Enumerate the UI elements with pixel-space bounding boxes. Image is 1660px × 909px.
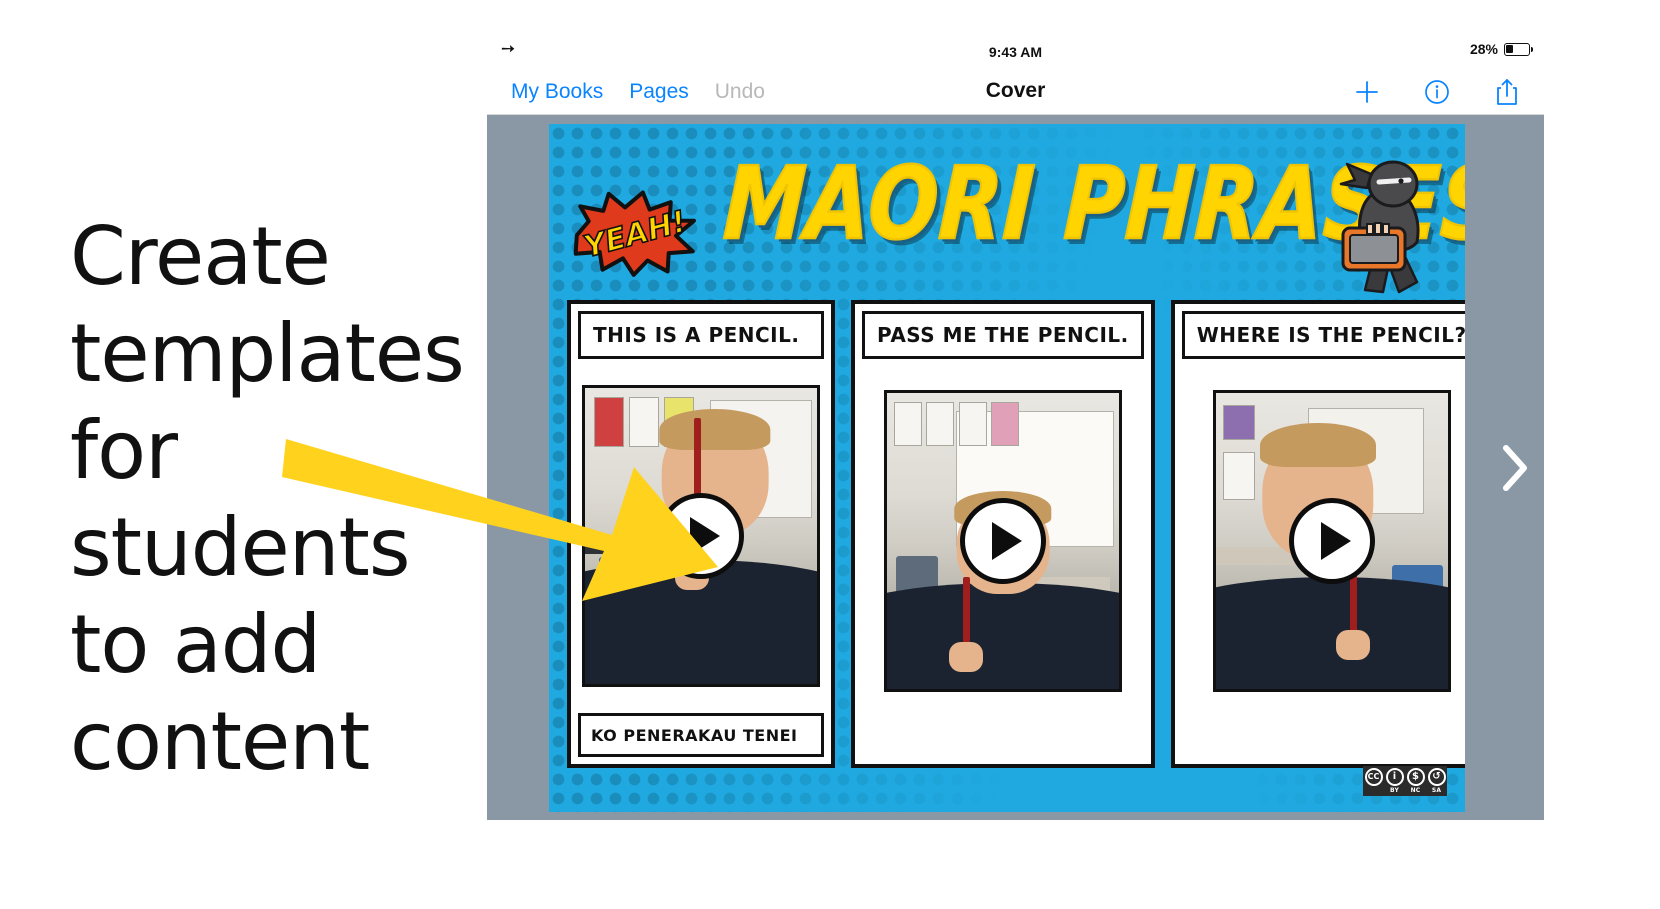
panel-caption-top[interactable]: PASS ME THE PENCIL.: [862, 311, 1144, 359]
student-hair: [659, 408, 771, 451]
screenshot-root: Create templates for students to add con…: [0, 0, 1660, 909]
wall-poster: [926, 401, 955, 447]
cc-sa-glyph: ↺: [1427, 768, 1446, 786]
panel-caption-top-text: WHERE IS THE PENCIL?: [1196, 323, 1465, 347]
wall-poster: [629, 396, 660, 448]
wall-poster: [1222, 404, 1256, 441]
annotation-line-5: to add: [70, 598, 321, 691]
panel-caption-top-text: THIS IS A PENCIL.: [593, 323, 800, 347]
comic-page[interactable]: YEAH! MAORI PHRASES THIS IS A PENCIL. KO…: [549, 124, 1465, 812]
ipad-app-window: ➚ 9:43 AM 28% My Books Pages Undo Cover: [487, 28, 1544, 820]
panel-caption-top[interactable]: WHERE IS THE PENCIL?: [1181, 311, 1465, 359]
student-body: [1215, 576, 1448, 689]
ninja-with-tablet-icon: [1321, 150, 1451, 300]
panel-media-wrap: [1182, 359, 1465, 723]
student-body: [886, 582, 1119, 689]
student-hair: [1259, 422, 1376, 467]
cc-by-glyph: i: [1385, 768, 1404, 786]
yeah-burst-badge: YEAH!: [565, 176, 708, 287]
cc-cell-nc: $ NC: [1405, 766, 1426, 796]
status-bar: ➚ 9:43 AM 28%: [487, 28, 1544, 68]
share-icon[interactable]: [1492, 77, 1522, 107]
chevron-right-icon[interactable]: [1494, 440, 1534, 496]
play-icon[interactable]: [1288, 498, 1375, 584]
annotation-line-2: templates: [70, 307, 465, 400]
wall-poster: [1222, 452, 1256, 500]
student-hand: [949, 641, 984, 672]
panel-media-wrap: [578, 359, 824, 713]
battery-percent-label: 28%: [1469, 41, 1498, 57]
status-clock: 9:43 AM: [988, 44, 1043, 60]
wall-poster: [958, 401, 987, 447]
cc-cell-by: i BY: [1384, 766, 1405, 796]
panel-caption-top-text: PASS ME THE PENCIL.: [877, 323, 1129, 347]
wall-poster: [991, 401, 1020, 447]
cc-cell-cc: CC: [1363, 766, 1384, 796]
creative-commons-by-nc-sa-badge: CC i BY $ NC ↺ SA: [1363, 766, 1447, 796]
app-toolbar: My Books Pages Undo Cover: [487, 68, 1544, 115]
comic-header: YEAH! MAORI PHRASES: [549, 138, 1465, 298]
comic-panel[interactable]: THIS IS A PENCIL. KO PENERAKAU TENEI: [567, 300, 835, 768]
annotation-line-4: students: [70, 501, 411, 594]
battery-icon: [1504, 42, 1533, 56]
comic-panel-strip: THIS IS A PENCIL. KO PENERAKAU TENEI PAS…: [567, 300, 1465, 768]
play-icon[interactable]: [959, 498, 1046, 584]
annotation-line-3: for: [70, 404, 178, 497]
cc-nc-glyph: $: [1406, 768, 1425, 786]
wall-poster: [893, 401, 922, 447]
annotation-text-block: Create templates for students to add con…: [70, 208, 490, 790]
battery-fill: [1506, 44, 1514, 54]
cc-sa-label: SA: [1431, 787, 1442, 794]
cc-by-label: BY: [1390, 787, 1399, 794]
video-thumbnail[interactable]: [1212, 390, 1451, 692]
comic-title: MAORI PHRASES: [720, 145, 1465, 263]
info-circle-icon[interactable]: [1422, 77, 1452, 107]
cc-cell-sa: ↺ SA: [1426, 766, 1447, 796]
cc-nc-label: NC: [1410, 787, 1421, 794]
toolbar-right-group: [1352, 68, 1522, 115]
play-triangle: [991, 522, 1022, 560]
annotation-line-1: Create: [70, 210, 331, 303]
cc-spacer-label: [1372, 787, 1374, 794]
comic-panel[interactable]: PASS ME THE PENCIL.: [851, 300, 1155, 768]
student-hand: [1336, 629, 1371, 660]
classroom-desk: [1215, 546, 1295, 565]
video-thumbnail[interactable]: [582, 385, 820, 687]
panel-caption-bottom[interactable]: KO PENERAKAU TENEI: [578, 713, 824, 757]
cc-glyph: CC: [1364, 768, 1383, 786]
panel-caption-top[interactable]: THIS IS A PENCIL.: [578, 311, 824, 359]
play-triangle: [1320, 522, 1351, 560]
panel-caption-bottom-text: KO PENERAKAU TENEI: [591, 725, 798, 745]
wall-poster: [594, 396, 625, 448]
play-triangle: [690, 517, 720, 555]
book-canvas-area: YEAH! MAORI PHRASES THIS IS A PENCIL. KO…: [487, 115, 1544, 820]
panel-spacer: [862, 723, 1144, 757]
annotation-line-6: content: [70, 695, 370, 788]
panel-spacer: [1182, 723, 1465, 757]
video-thumbnail[interactable]: [883, 390, 1122, 692]
panel-media-wrap: [862, 359, 1144, 723]
comic-panel[interactable]: WHERE IS THE PENCIL?: [1170, 300, 1465, 768]
play-icon[interactable]: [658, 493, 744, 579]
plus-icon[interactable]: [1352, 77, 1382, 107]
battery-status: 28%: [1469, 41, 1533, 57]
